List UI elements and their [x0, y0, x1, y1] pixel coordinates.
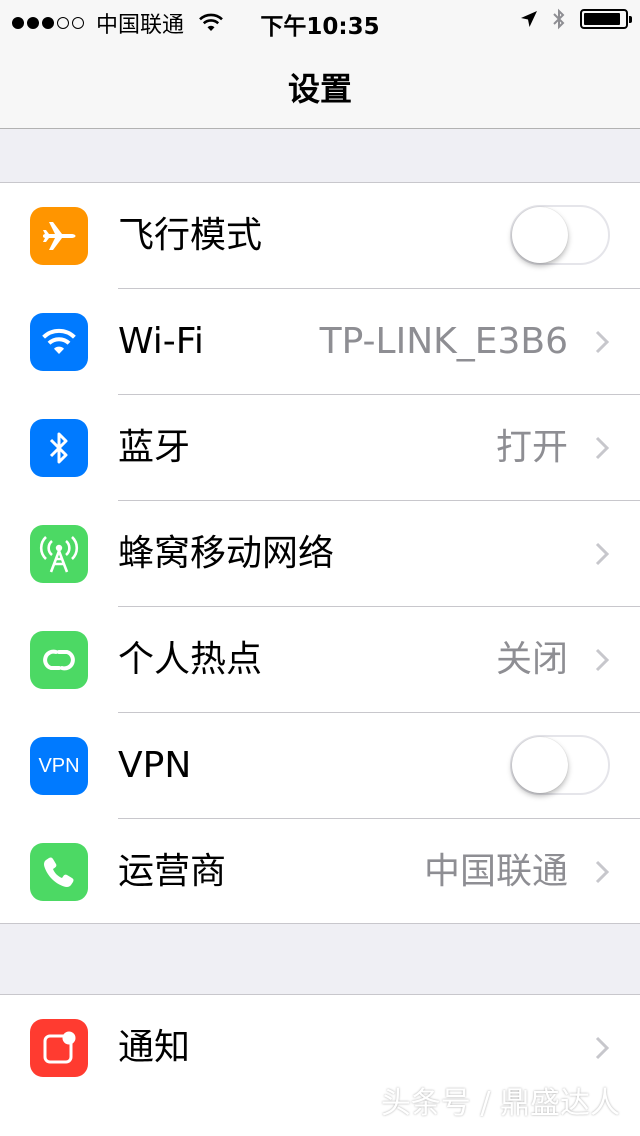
row-cellular[interactable]: 蜂窝移动网络 [0, 501, 640, 607]
airplane-icon [30, 207, 88, 265]
notifications-icon [30, 1019, 88, 1077]
location-arrow-icon [521, 11, 537, 27]
airplane-mode-label: 飞行模式 [118, 215, 263, 256]
page-title: 设置 [287, 70, 352, 108]
chevron-right-icon [595, 542, 610, 566]
cellular-icon [30, 525, 88, 583]
vpn-icon: VPN [30, 737, 88, 795]
status-right [520, 8, 632, 30]
bluetooth-status-icon [553, 8, 565, 30]
bluetooth-label: 蓝牙 [118, 427, 191, 468]
bluetooth-icon [30, 419, 88, 477]
row-personal-hotspot[interactable]: 个人热点 关闭 [0, 607, 640, 713]
wifi-label: Wi-Fi [118, 321, 204, 362]
bluetooth-status-value: 打开 [495, 427, 568, 468]
hotspot-icon [30, 631, 88, 689]
watermark-text: 头条号 / 鼎盛达人 [380, 1086, 620, 1121]
row-carrier[interactable]: 运营商 中国联通 [0, 819, 640, 925]
chevron-right-icon [595, 1036, 610, 1060]
settings-screen: 中国联通 下午10:35 设置 飞行模式 Wi-Fi TP-LINK_E3B6 … [0, 0, 640, 1136]
phone-icon [30, 843, 88, 901]
vpn-label: VPN [118, 745, 192, 786]
row-wifi[interactable]: Wi-Fi TP-LINK_E3B6 [0, 289, 640, 395]
status-bar: 中国联通 下午10:35 [0, 0, 640, 40]
row-airplane-mode: 飞行模式 [0, 183, 640, 289]
airplane-mode-toggle[interactable] [510, 205, 610, 265]
cellular-label: 蜂窝移动网络 [118, 533, 335, 574]
settings-group-network: 飞行模式 Wi-Fi TP-LINK_E3B6 蓝牙 打开 蜂窝移动网络 个人热… [0, 182, 640, 924]
hotspot-status-value: 关闭 [495, 639, 568, 680]
carrier-value: 中国联通 [423, 851, 568, 892]
vpn-toggle[interactable] [510, 735, 610, 795]
toggle-knob [512, 207, 568, 263]
row-bluetooth[interactable]: 蓝牙 打开 [0, 395, 640, 501]
notifications-label: 通知 [118, 1027, 191, 1068]
chevron-right-icon [595, 860, 610, 884]
wifi-icon [30, 313, 88, 371]
carrier-label: 运营商 [118, 851, 227, 892]
battery-icon [580, 9, 632, 29]
battery-level [584, 13, 620, 25]
navigation-bar: 设置 [0, 40, 640, 129]
chevron-right-icon [595, 648, 610, 672]
wifi-network-value: TP-LINK_E3B6 [319, 321, 568, 362]
chevron-right-icon [595, 330, 610, 354]
row-vpn: VPN VPN [0, 713, 640, 819]
chevron-right-icon [595, 436, 610, 460]
toggle-knob [512, 737, 568, 793]
vpn-icon-text: VPN [38, 754, 80, 777]
hotspot-label: 个人热点 [118, 639, 263, 680]
